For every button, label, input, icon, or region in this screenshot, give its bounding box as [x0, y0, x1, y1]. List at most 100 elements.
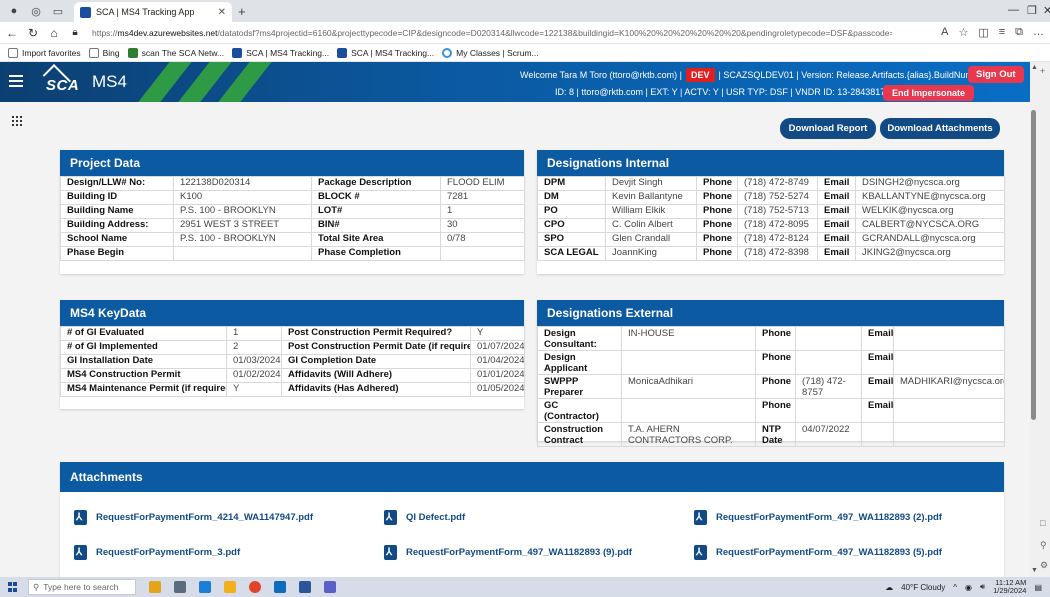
volume-icon[interactable]: 🔊︎ [980, 582, 985, 592]
field-label: School Name [60, 232, 174, 247]
word-icon[interactable] [299, 581, 311, 593]
ms4-keydata-card: MS4 KeyData # of GI Evaluated 1 Post Const… [60, 300, 525, 409]
attachment-link[interactable]: QI Defect.pdf [384, 510, 465, 525]
field-value: 01/03/2024 [226, 354, 282, 369]
browser-tab-active[interactable]: SCA | MS4 Tracking App ✕ [74, 2, 232, 22]
file-explorer-icon[interactable] [224, 581, 236, 593]
url-field[interactable]: https://ms4dev.azurewebsites.net/datatod… [92, 28, 892, 38]
favorite-sca-1[interactable]: SCA | MS4 Tracking... [232, 47, 329, 58]
favorite-scan[interactable]: scan The SCA Netw... [127, 47, 224, 58]
system-tray: ☁ 40°F Cloudy ^ ◉ 🔊︎ 11:12 AM 1/29/2024 ▤ [885, 579, 1042, 595]
project-data-title: Project Data [60, 150, 524, 176]
search-placeholder: Type here to search [43, 582, 119, 592]
table-row: Design Applicant Phone Email [537, 350, 1005, 375]
field-label: Email [817, 190, 856, 205]
end-impersonate-button[interactable]: End Impersonate [883, 85, 975, 101]
field-value: 01/04/2024 [470, 354, 525, 369]
tab-title: SCA | MS4 Tracking App [96, 7, 195, 17]
attachment-link[interactable]: RequestForPaymentForm_497_WA1182893 (5).… [694, 545, 942, 560]
field-label: Email [861, 374, 894, 399]
scroll-down-icon[interactable]: ▼ [1031, 567, 1038, 574]
attachment-link[interactable]: RequestForPaymentForm_497_WA1182893 (9).… [384, 545, 632, 560]
app-header: SCA MS4 Welcome Tara M Toro (ttoro@rktb.… [0, 62, 1030, 102]
field-value [173, 246, 312, 261]
scrollbar-thumb[interactable] [1031, 110, 1036, 420]
apps-grid-icon[interactable] [12, 116, 22, 126]
attachment-link[interactable]: RequestForPaymentForm_497_WA1182893 (2).… [694, 510, 942, 525]
favorites-icon[interactable]: ≡ [999, 26, 1005, 39]
attachment-link[interactable]: RequestForPaymentForm_3.pdf [74, 545, 240, 560]
clock[interactable]: 11:12 AM 1/29/2024 [993, 579, 1026, 595]
sidebar-settings-icon[interactable]: ⚙ [1040, 560, 1048, 571]
field-value: JoannKing [605, 246, 697, 261]
notifications-icon[interactable]: ▤ [1034, 583, 1042, 592]
widgets-icon[interactable] [149, 581, 161, 593]
field-value: (718) 472-8757 [795, 374, 862, 399]
sca-favicon-icon [80, 6, 91, 18]
table-row: Building ID K100 BLOCK #7281 [60, 190, 525, 205]
favorite-sca-2[interactable]: SCA | MS4 Tracking... [337, 47, 434, 58]
favorite-label: Import favorites [22, 47, 81, 58]
refresh-icon[interactable]: ↻ [24, 26, 42, 40]
workspaces-icon[interactable]: ◎ [28, 3, 44, 19]
field-value: T.A. AHERN CONTRACTORS CORP. [621, 422, 756, 447]
scroll-up-icon[interactable]: ▲ [1031, 64, 1038, 71]
field-label: Phone [696, 232, 738, 247]
sca-logo[interactable]: SCA [46, 77, 79, 94]
extensions-icon[interactable]: ⧉ [1015, 26, 1023, 39]
favorite-import[interactable]: Import favorites [8, 47, 81, 58]
field-value: KBALLANTYNE@nycsca.org [855, 190, 1005, 205]
field-label: PO [537, 204, 606, 219]
windows-start-icon[interactable] [8, 582, 18, 592]
field-label: BLOCK # [311, 190, 441, 205]
split-screen-icon[interactable]: ◫ [978, 26, 988, 39]
chrome-icon[interactable] [249, 581, 261, 593]
page-body: Download Report Download Attachments Pro… [0, 102, 1030, 577]
field-value: 122138D020314 [173, 176, 312, 191]
favorite-star-icon[interactable]: ☆ [958, 26, 968, 39]
download-report-button[interactable]: Download Report [780, 118, 876, 139]
tray-chevron-icon[interactable]: ^ [953, 583, 957, 592]
attachment-link[interactable]: RequestForPaymentForm_4214_WA1147947.pdf [74, 510, 313, 525]
more-icon[interactable]: … [1033, 26, 1044, 39]
sidebar-panel-icon[interactable]: □ [1040, 518, 1045, 528]
teams-icon[interactable] [324, 581, 336, 593]
new-tab-button[interactable]: + [238, 4, 246, 19]
close-window-icon[interactable]: ✕ [1043, 4, 1050, 17]
field-value: 30 [440, 218, 525, 233]
profile-icon[interactable]: ● [6, 3, 22, 19]
field-label: MS4 Construction Permit [60, 368, 227, 383]
network-icon[interactable]: ◉ [965, 583, 972, 592]
pdf-icon [384, 510, 397, 525]
read-aloud-icon[interactable]: A [941, 26, 948, 39]
field-label: Phone [696, 176, 738, 191]
weather-text[interactable]: 40°F Cloudy [901, 583, 945, 592]
tab-actions-icon[interactable]: ▭ [50, 3, 66, 19]
close-tab-icon[interactable]: ✕ [218, 7, 226, 18]
table-row: Design/LLW# No: 122138D020314 Package Desc… [60, 176, 525, 191]
field-value: WELKIK@nycsca.org [855, 204, 1005, 219]
sign-out-button[interactable]: Sign Out [968, 66, 1024, 83]
restore-icon[interactable]: ❐ [1027, 4, 1037, 17]
taskbar-search-input[interactable]: ⚲ Type here to search [28, 579, 136, 595]
back-icon[interactable]: ← [3, 26, 21, 40]
field-label: Design Consultant: [537, 326, 622, 351]
hamburger-menu-icon[interactable] [9, 75, 23, 87]
favorite-bing[interactable]: Bing [88, 47, 120, 58]
ring-icon [442, 47, 453, 58]
sidebar-search-icon[interactable]: ⚲ [1040, 540, 1047, 551]
field-label: Email [817, 218, 856, 233]
download-attachments-button[interactable]: Download Attachments [880, 118, 1000, 139]
url-path: /datatodsf?ms4projectid=6160&projecttype… [217, 27, 892, 38]
outlook-icon[interactable] [274, 581, 286, 593]
designations-external-card: Designations External Design Consultant:… [537, 300, 1005, 447]
sidebar-add-icon[interactable]: + [1040, 66, 1045, 76]
task-view-icon[interactable] [174, 581, 186, 593]
table-row: MS4 Construction Permit 01/02/2024 Affidav… [60, 368, 525, 383]
home-icon[interactable]: ⌂ [45, 26, 63, 40]
edge-icon[interactable] [199, 581, 211, 593]
minimize-icon[interactable]: — [1008, 4, 1019, 16]
field-value: 0/78 [440, 232, 525, 247]
favorite-scrum[interactable]: My Classes | Scrum... [442, 47, 539, 58]
field-value: C. Colin Albert [605, 218, 697, 233]
